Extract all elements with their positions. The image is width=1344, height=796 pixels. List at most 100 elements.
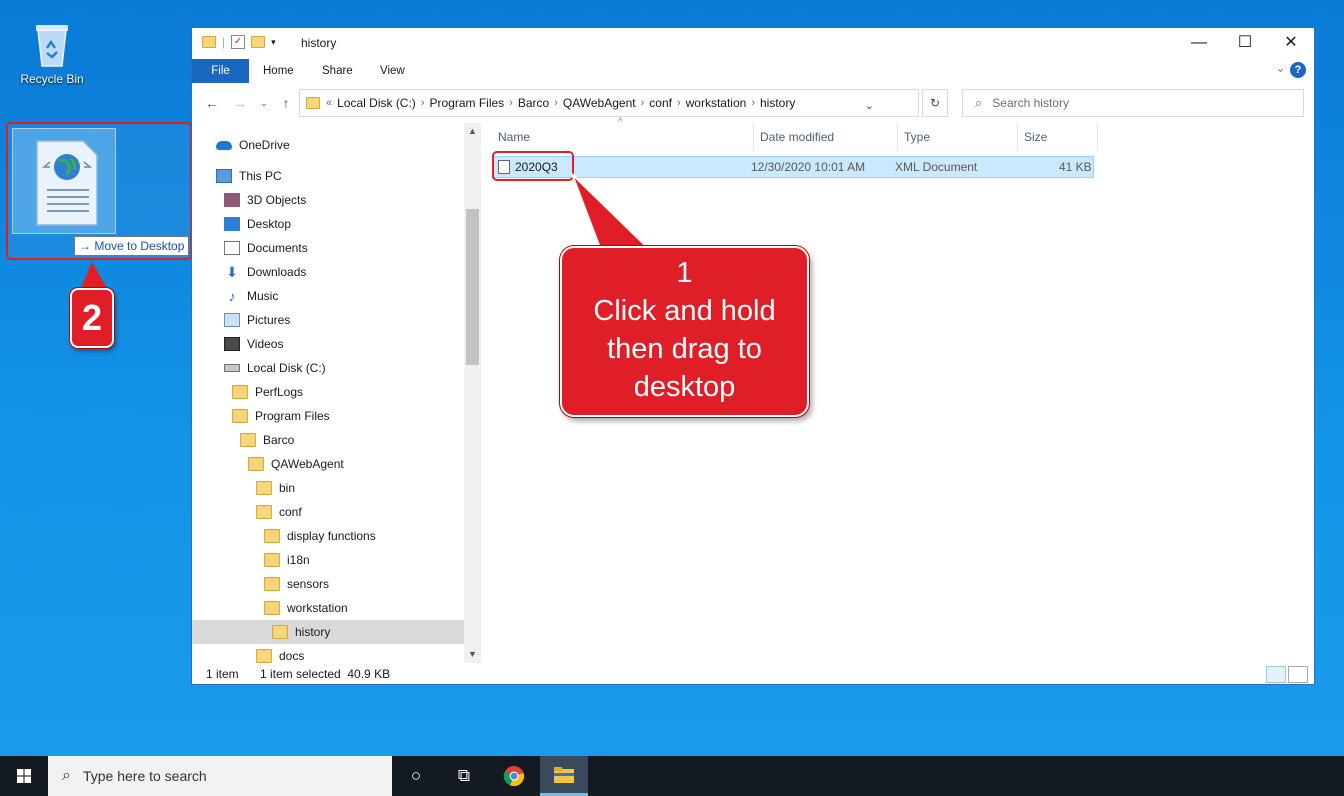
breadcrumb-separator[interactable]: › — [677, 97, 681, 109]
scrollbar-thumb[interactable] — [466, 209, 479, 365]
local-disk-icon — [224, 364, 240, 372]
tab-home[interactable]: Home — [263, 59, 294, 83]
back-arrow-icon[interactable]: ← — [202, 93, 222, 113]
folder-icon — [240, 433, 256, 447]
refresh-icon[interactable]: ↻ — [922, 89, 948, 117]
navigation-pane: OneDrive This PC 3D Objects Desktop Docu… — [192, 123, 464, 663]
breadcrumb-separator[interactable]: › — [641, 97, 645, 109]
new-folder-icon[interactable] — [251, 36, 266, 48]
folder-icon — [264, 553, 280, 567]
tab-view[interactable]: View — [380, 59, 405, 83]
tree-item-documents[interactable]: Documents — [224, 236, 308, 260]
tree-item-videos[interactable]: Videos — [224, 332, 283, 356]
drag-file-preview — [12, 128, 116, 234]
properties-icon[interactable]: ✓ — [231, 35, 246, 49]
breadcrumb-barco[interactable]: Barco — [518, 96, 549, 110]
breadcrumb-history[interactable]: history — [760, 96, 795, 110]
folder-icon — [232, 409, 248, 423]
scroll-up-icon[interactable]: ▲ — [464, 123, 481, 140]
file-type: XML Document — [895, 160, 978, 174]
file-explorer-taskbar-icon[interactable] — [540, 756, 588, 796]
column-header-date-modified[interactable]: Date modified — [754, 123, 898, 151]
forward-arrow-icon[interactable]: → — [230, 93, 250, 113]
callout-line-2: then drag to — [607, 333, 762, 365]
help-icon[interactable]: ? — [1290, 62, 1306, 78]
tree-item-this-pc[interactable]: This PC — [216, 164, 282, 188]
separator: | — [222, 35, 226, 49]
callout-line-1: Click and hold — [593, 295, 776, 327]
breadcrumb-separator[interactable]: › — [509, 97, 513, 109]
task-view-icon[interactable]: ⧉ — [440, 756, 488, 796]
column-header-name[interactable]: Name — [492, 123, 754, 151]
tree-label: OneDrive — [239, 138, 290, 152]
breadcrumb-qawebagent[interactable]: QAWebAgent — [563, 96, 636, 110]
ribbon-tabs: File Home Share View ⌄ ? — [192, 59, 1314, 83]
scroll-down-icon[interactable]: ▼ — [464, 646, 481, 663]
start-button[interactable] — [0, 756, 48, 796]
column-header-size[interactable]: Size — [1018, 123, 1098, 151]
tree-label: PerfLogs — [255, 385, 304, 399]
tree-item-local-disk[interactable]: Local Disk (C:) — [224, 356, 326, 380]
recycle-bin[interactable]: Recycle Bin — [14, 20, 90, 86]
tree-item-conf[interactable]: conf — [256, 500, 302, 524]
close-button[interactable]: ✕ — [1268, 28, 1314, 59]
breadcrumb-conf[interactable]: conf — [649, 96, 672, 110]
downloads-icon: ⬇ — [226, 264, 238, 280]
file-size: 41 KB — [1059, 160, 1092, 174]
tree-item-i18n[interactable]: i18n — [264, 548, 310, 572]
column-header-type[interactable]: Type — [898, 123, 1018, 151]
taskbar-search-input[interactable]: ⌕ Type here to search — [48, 756, 392, 796]
cortana-icon[interactable]: ○ — [392, 756, 440, 796]
breadcrumb-separator[interactable]: › — [554, 97, 558, 109]
tree-item-bin[interactable]: bin — [256, 476, 295, 500]
breadcrumb-separator[interactable]: › — [421, 97, 425, 109]
tree-item-onedrive[interactable]: OneDrive — [216, 133, 290, 157]
tree-item-pictures[interactable]: Pictures — [224, 308, 290, 332]
breadcrumb-separator[interactable]: › — [751, 97, 755, 109]
folder-icon — [256, 649, 272, 663]
search-input[interactable]: ⌕ Search history — [962, 89, 1304, 117]
title-bar[interactable]: | ✓ ▾ history — ☐ ✕ — [192, 28, 1314, 59]
large-icons-view-icon[interactable] — [1288, 666, 1308, 683]
minimize-button[interactable]: — — [1176, 28, 1222, 59]
tree-item-desktop[interactable]: Desktop — [224, 212, 291, 236]
tree-label: Barco — [263, 433, 295, 447]
videos-icon — [224, 337, 240, 351]
overflow-chevron[interactable]: « — [326, 97, 332, 109]
tree-item-3d-objects[interactable]: 3D Objects — [224, 188, 306, 212]
breadcrumb-workstation[interactable]: workstation — [686, 96, 747, 110]
details-view-icon[interactable] — [1266, 666, 1286, 683]
address-bar[interactable]: « Local Disk (C:) › Program Files › Barc… — [299, 89, 919, 117]
tree-item-music[interactable]: ♪ Music — [224, 284, 279, 308]
tab-file[interactable]: File — [192, 59, 249, 83]
tree-item-display-functions[interactable]: display functions — [264, 524, 376, 548]
tree-item-perflogs[interactable]: PerfLogs — [232, 380, 303, 404]
tree-item-downloads[interactable]: ⬇ Downloads — [224, 260, 306, 284]
breadcrumb-program-files[interactable]: Program Files — [429, 96, 504, 110]
maximize-button[interactable]: ☐ — [1222, 28, 1268, 59]
up-arrow-icon[interactable]: ↑ — [276, 93, 296, 113]
tree-item-sensors[interactable]: sensors — [264, 572, 329, 596]
folder-icon — [256, 505, 272, 519]
tree-item-barco[interactable]: Barco — [240, 428, 294, 452]
customize-chevron-icon[interactable]: ▾ — [271, 37, 276, 48]
nav-pane-scrollbar[interactable]: ▲ ▼ — [464, 123, 481, 663]
callout-line-3: desktop — [633, 371, 736, 403]
tree-item-workstation[interactable]: workstation — [264, 596, 348, 620]
tree-item-qawebagent[interactable]: QAWebAgent — [248, 452, 344, 476]
tree-label: 3D Objects — [247, 193, 307, 207]
tree-item-docs[interactable]: docs — [256, 644, 304, 663]
tree-label: Videos — [247, 337, 284, 351]
windows-logo-icon — [17, 769, 31, 783]
drag-preview: → Move to Desktop — [6, 122, 192, 260]
folder-icon — [272, 625, 288, 639]
expand-ribbon-icon[interactable]: ⌄ — [1275, 60, 1286, 76]
breadcrumb-local-disk[interactable]: Local Disk (C:) — [337, 96, 416, 110]
tree-label: docs — [279, 649, 305, 663]
chrome-icon[interactable] — [490, 756, 538, 796]
tree-item-history[interactable]: history — [192, 620, 464, 644]
address-dropdown-icon[interactable]: ⌄ — [865, 99, 874, 112]
tab-share[interactable]: Share — [322, 59, 353, 83]
recent-locations-chevron-icon[interactable]: ⌄ — [254, 93, 274, 113]
tree-item-program-files[interactable]: Program Files — [232, 404, 330, 428]
